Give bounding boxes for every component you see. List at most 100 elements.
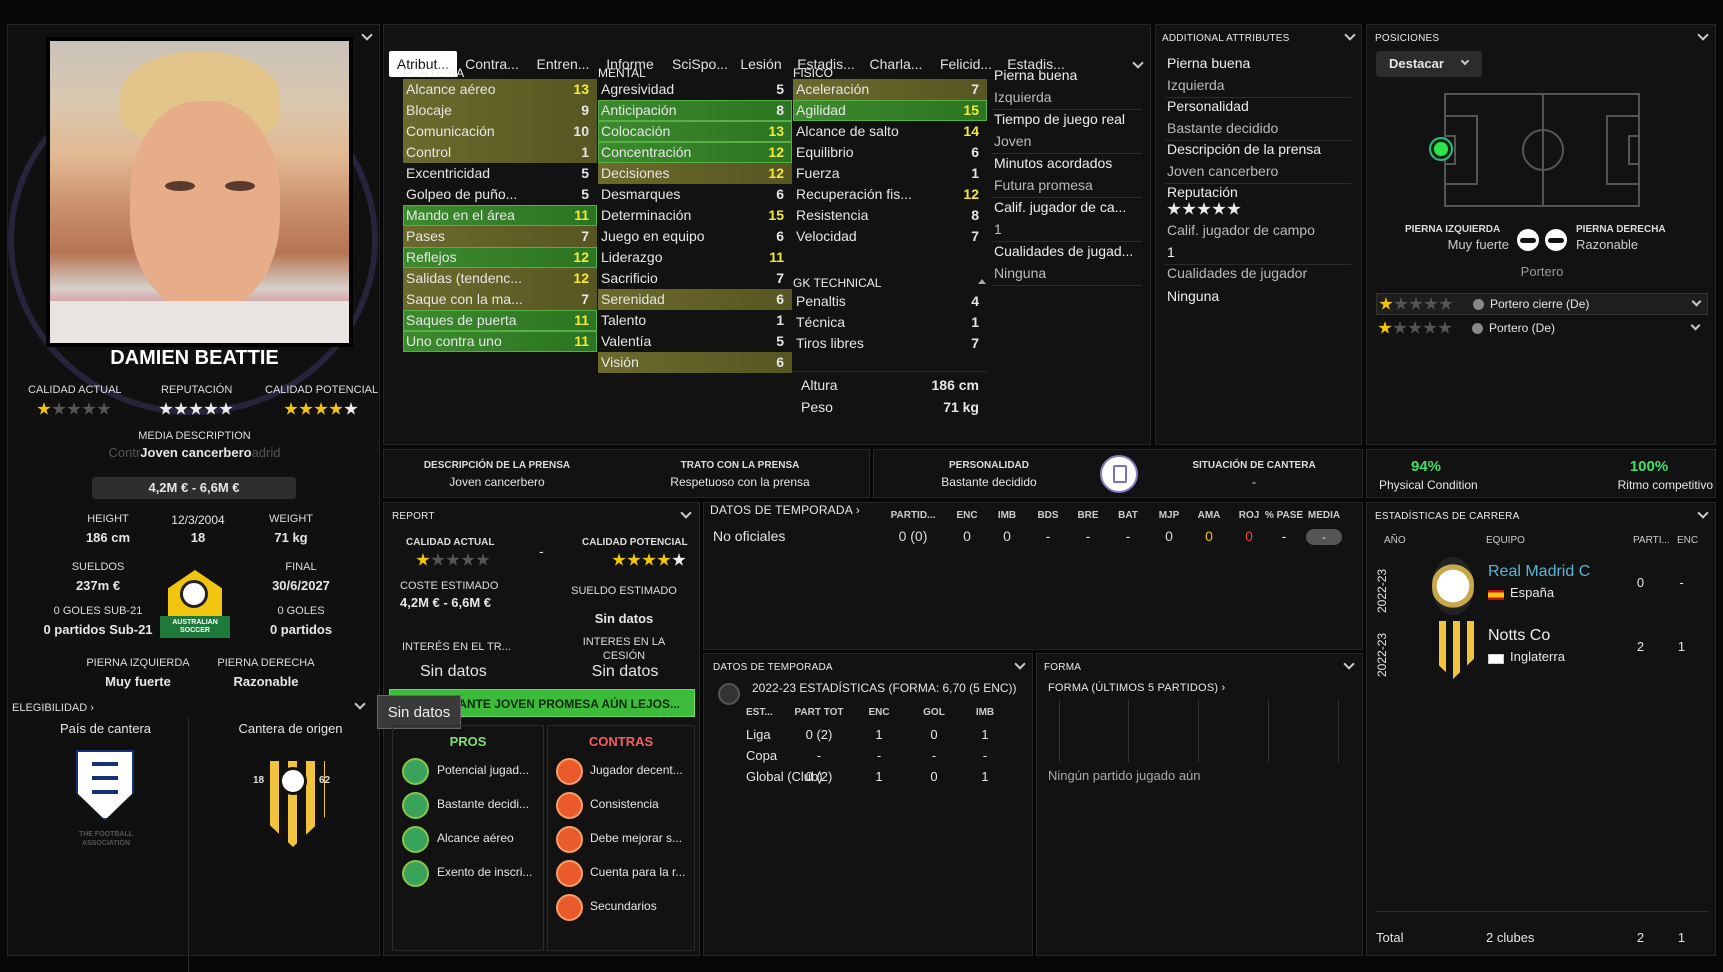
attr-name: Comunicación [406,123,495,139]
right-boot-icon [1545,229,1567,251]
wage-est-label: SUELDO ESTIMADO [571,585,677,597]
chevron-down-icon[interactable] [680,507,692,519]
season2-cell: - [982,748,988,763]
position-marker-gk[interactable] [1431,139,1451,159]
attr-name: Agilidad [796,102,846,118]
tab-5[interactable]: Lesión [736,51,786,77]
attr-value: 4 [971,293,979,309]
star-icon [431,553,445,566]
attr-name: Mando en el área [406,207,515,223]
chevron-down-icon[interactable] [361,29,373,41]
season2-col: IMB [975,707,995,718]
career-team[interactable]: Notts Co [1488,627,1550,645]
chevron-down-icon[interactable] [354,698,366,710]
star-icon [657,553,671,566]
attr-name: Agresividad [601,81,675,97]
season-link[interactable]: DATOS DE TEMPORADA › [710,503,860,517]
season-title: DATOS DE TEMPORADA [710,503,853,517]
attr-value: 11 [769,249,784,265]
left-foot-value: Muy fuerte [105,674,171,689]
attr-name: Uno contra uno [406,333,502,349]
chevron-down-icon[interactable] [1697,29,1709,41]
eligibility-link[interactable]: ELEGIBILIDAD › [12,702,94,714]
career-team[interactable]: Real Madrid C [1488,563,1590,581]
england-fa-crest: THE FOOTBALL ASSOCIATION [68,750,144,860]
report-panel: REPORT CALIDAD ACTUAL - CALIDAD POTENCIA… [377,502,700,956]
attr-name: Equilibrio [796,144,854,160]
attr-value: 14 [963,123,979,139]
star-icon [1212,202,1226,215]
star-icon [189,402,203,415]
attr-name: Juego en equipo [601,228,705,244]
cantera-value: - [1252,475,1256,489]
tab-8[interactable]: Felicid... [932,51,1000,77]
attr-row: Serenidad 6 [598,289,792,310]
attr-value: 8 [776,102,784,118]
career-country: Inglaterra [1510,649,1565,664]
chevron-down-icon[interactable] [1132,57,1144,69]
attr-name: Velocidad [796,228,857,244]
form-grid [1059,700,1349,762]
rep-stars [159,402,233,416]
document-icon[interactable] [1100,455,1138,493]
role-row[interactable]: Portero cierre (De) [1376,293,1708,315]
additional-item: Cualidades de jugador [1167,265,1308,281]
wage-label: SUELDOS [71,561,125,573]
tab-2[interactable]: Entren... [528,51,598,77]
personality-label: PERSONALIDAD [948,460,1029,471]
tab-4[interactable]: SciSpo... [666,51,734,77]
attr-row: Técnica 1 [793,312,987,333]
ca-label: CALIDAD ACTUAL [28,384,122,396]
season2-cell: 0 (2) [805,727,833,742]
attributes-panel: Atribut... Contra... Entren... Informe SciSp… [383,24,1151,445]
attr-row: Agresividad 5 [598,79,792,100]
notts-crest: 18 62 [253,747,333,857]
attr-name: Golpeo de puño... [406,186,518,202]
attr-name: Resistencia [796,207,869,223]
tab-7[interactable]: Charla... [862,51,930,77]
star-icon [314,402,328,415]
contra-item: Cuenta para la r... [590,865,686,879]
info-icon [1472,323,1483,334]
chevron-down-icon[interactable] [1343,658,1355,670]
star-icon [1227,202,1241,215]
report-title: REPORT [392,511,435,522]
peso-value: 71 kg [943,399,979,415]
collapse-icon[interactable] [978,279,986,284]
attr-row: Saque con la ma... 7 [403,289,597,310]
value-range: 4,2M € - 6,6M € [92,477,296,499]
highlight-dropdown[interactable]: Destacar [1376,51,1482,77]
match-rhythm-value: 100% [1629,458,1669,475]
left-boot-icon [1517,229,1539,251]
star-icon [174,402,188,415]
form-link[interactable]: FORMA (ÚLTIMOS 5 PARTIDOS) › [1048,682,1225,694]
col-year: AÑO [1384,535,1406,546]
attr-name: Fuerza [796,165,840,181]
star-icon [1408,321,1422,334]
chevron-down-icon[interactable] [1344,29,1356,41]
attr-row: Talento 1 [598,310,792,331]
star-icon [329,402,343,415]
pro-icon [402,758,429,785]
side-item: Tiempo de juego real [994,111,1126,127]
weight-value: 71 kg [274,530,308,545]
chevron-down-icon[interactable] [1697,507,1709,519]
attr-name: Anticipación [601,102,677,118]
role-row[interactable]: Portero (De) [1376,318,1708,340]
attr-value: 5 [581,186,589,202]
contra-icon [556,894,583,921]
porteria-header: PORTERIA [403,66,465,80]
attr-row: Equilibrio 6 [793,142,987,163]
additional-item: Pierna buena [1167,55,1251,71]
report-dash: - [539,543,544,559]
end-value: 30/6/2027 [272,578,330,593]
additional-item: 1 [1167,244,1175,260]
altura-value: 186 cm [931,377,979,393]
star-icon [82,402,96,415]
settings-icon[interactable] [718,683,740,705]
chevron-down-icon[interactable] [1014,658,1026,670]
divider [188,717,189,972]
contra-icon [556,826,583,853]
attr-row: Blocaje 9 [403,100,597,121]
tab-1[interactable]: Contra... [460,51,524,77]
